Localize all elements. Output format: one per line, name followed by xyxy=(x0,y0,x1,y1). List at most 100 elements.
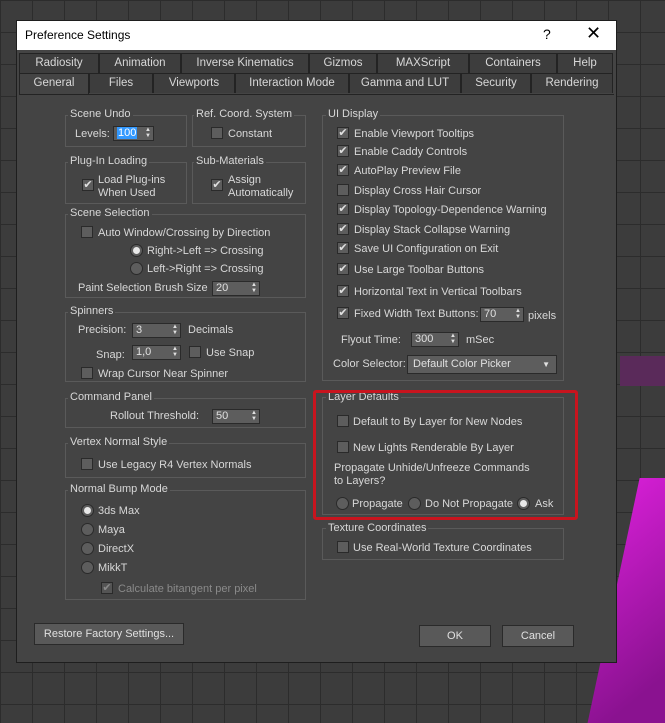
tab-security[interactable]: Security xyxy=(461,73,531,93)
cross-hair-checkbox[interactable] xyxy=(337,184,349,196)
vertex-normal-title: Vertex Normal Style xyxy=(68,436,170,448)
precision-spinner[interactable]: 3 ▲ ▼ xyxy=(132,323,181,338)
tab-interaction-mode[interactable]: Interaction Mode xyxy=(235,73,349,93)
tab-files[interactable]: Files xyxy=(89,73,153,93)
tab-divider xyxy=(19,94,614,95)
legacy-normals-label: Use Legacy R4 Vertex Normals xyxy=(98,459,252,471)
topology-warning-label: Display Topology-Dependence Warning xyxy=(354,204,547,216)
cancel-button[interactable]: Cancel xyxy=(502,625,574,647)
tab-maxscript[interactable]: MAXScript xyxy=(377,53,469,73)
assign-label: Assign xyxy=(228,174,262,186)
tab-inverse-kinematics[interactable]: Inverse Kinematics xyxy=(181,53,309,73)
save-ui-config-label: Save UI Configuration on Exit xyxy=(354,243,499,255)
texture-coords-title: Texture Coordinates xyxy=(326,522,429,534)
horizontal-text-label: Horizontal Text in Vertical Toolbars xyxy=(354,286,522,298)
tab-rendering[interactable]: Rendering xyxy=(531,73,613,93)
auto-window-label: Auto Window/Crossing by Direction xyxy=(98,227,271,239)
topology-warning-checkbox[interactable]: ✔ xyxy=(337,203,349,215)
ok-button[interactable]: OK xyxy=(419,625,491,647)
snap-spinner[interactable]: 1,0 ▲ ▼ xyxy=(132,345,181,360)
stack-collapse-label: Display Stack Collapse Warning xyxy=(354,224,511,236)
paint-brush-spinner[interactable]: 20 ▲ ▼ xyxy=(212,281,260,296)
caddy-controls-label: Enable Caddy Controls xyxy=(354,146,468,158)
flyout-time-spinner[interactable]: 300 ▲ ▼ xyxy=(411,332,459,347)
use-snap-checkbox[interactable] xyxy=(189,346,201,358)
spinners-title: Spinners xyxy=(68,305,116,317)
bump-maya-label: Maya xyxy=(98,524,125,536)
spinner-arrows-icon[interactable]: ▲ ▼ xyxy=(449,333,457,346)
constant-checkbox[interactable] xyxy=(211,127,223,139)
levels-spinner[interactable]: 100 ▲ ▼ xyxy=(113,126,154,141)
bump-mikkt-radio[interactable] xyxy=(81,561,94,574)
tab-animation[interactable]: Animation xyxy=(99,53,181,73)
tab-containers[interactable]: Containers xyxy=(469,53,557,73)
spinner-arrows-icon[interactable]: ▲ ▼ xyxy=(250,410,258,423)
fixed-width-value[interactable]: 70 xyxy=(484,308,496,320)
load-plugins-checkbox[interactable]: ✔ xyxy=(82,179,94,191)
spinner-arrows-icon[interactable]: ▲ ▼ xyxy=(250,282,258,295)
ref-coord-title: Ref. Coord. System xyxy=(194,108,294,120)
tab-help[interactable]: Help xyxy=(557,53,613,73)
caddy-controls-checkbox[interactable]: ✔ xyxy=(337,145,349,157)
ltr-crossing-radio[interactable] xyxy=(130,262,143,275)
bitangent-label: Calculate bitangent per pixel xyxy=(118,583,257,595)
bitangent-checkbox[interactable]: ✔ xyxy=(101,582,113,594)
rollout-threshold-spinner[interactable]: 50 ▲ ▼ xyxy=(212,409,260,424)
viewport-tooltips-checkbox[interactable]: ✔ xyxy=(337,127,349,139)
restore-factory-button[interactable]: Restore Factory Settings... xyxy=(34,623,184,645)
auto-window-checkbox[interactable] xyxy=(81,226,93,238)
close-icon[interactable]: ✕ xyxy=(586,23,601,44)
tab-gizmos[interactable]: Gizmos xyxy=(309,53,377,73)
assign-automatically-checkbox[interactable]: ✔ xyxy=(211,179,223,191)
tab-radiosity[interactable]: Radiosity xyxy=(19,53,99,73)
precision-value[interactable]: 3 xyxy=(136,324,142,336)
flyout-time-label: Flyout Time: xyxy=(341,334,401,346)
spinner-arrows-icon[interactable]: ▲ ▼ xyxy=(171,346,179,359)
fixed-width-checkbox[interactable]: ✔ xyxy=(337,307,349,319)
bump-directx-label: DirectX xyxy=(98,543,135,555)
use-snap-label: Use Snap xyxy=(206,347,255,359)
color-selector-dropdown[interactable]: Default Color Picker ▼ xyxy=(407,355,557,374)
cross-hair-label: Display Cross Hair Cursor xyxy=(354,185,482,197)
fixed-width-spinner[interactable]: 70 ▲ ▼ xyxy=(480,307,524,322)
legacy-normals-checkbox[interactable] xyxy=(81,458,93,470)
spinner-arrows-icon[interactable]: ▲ ▼ xyxy=(144,127,152,140)
flyout-time-value[interactable]: 300 xyxy=(415,333,433,345)
spinner-arrows-icon[interactable]: ▲ ▼ xyxy=(514,308,522,321)
precision-label: Precision: xyxy=(78,324,127,336)
fixed-width-label: Fixed Width Text Buttons: xyxy=(354,308,479,320)
wrap-cursor-label: Wrap Cursor Near Spinner xyxy=(98,368,229,380)
autoplay-preview-checkbox[interactable]: ✔ xyxy=(337,164,349,176)
snap-value[interactable]: 1,0 xyxy=(136,346,151,358)
bump-directx-radio[interactable] xyxy=(81,542,94,555)
tab-gamma-and-lut[interactable]: Gamma and LUT xyxy=(349,73,461,93)
rollout-threshold-value[interactable]: 50 xyxy=(216,410,228,422)
bump-3dsmax-label: 3ds Max xyxy=(98,505,140,517)
rtl-crossing-radio[interactable] xyxy=(130,244,143,257)
levels-label: Levels: xyxy=(75,128,110,140)
large-toolbar-checkbox[interactable]: ✔ xyxy=(337,263,349,275)
large-toolbar-label: Use Large Toolbar Buttons xyxy=(354,264,485,276)
help-button[interactable]: ? xyxy=(543,26,551,42)
save-ui-config-checkbox[interactable]: ✔ xyxy=(337,242,349,254)
wrap-cursor-checkbox[interactable] xyxy=(81,367,93,379)
msec-label: mSec xyxy=(466,334,495,346)
autoplay-preview-label: AutoPlay Preview File xyxy=(354,165,461,177)
tab-viewports[interactable]: Viewports xyxy=(153,73,235,93)
stack-collapse-checkbox[interactable]: ✔ xyxy=(337,223,349,235)
levels-value[interactable]: 100 xyxy=(117,127,138,139)
decimals-label: Decimals xyxy=(188,324,234,336)
ltr-crossing-label: Left->Right => Crossing xyxy=(147,263,264,275)
assign-label-2: Automatically xyxy=(228,187,294,199)
snap-label: Snap: xyxy=(96,349,125,361)
bump-maya-radio[interactable] xyxy=(81,523,94,536)
paint-brush-value[interactable]: 20 xyxy=(216,282,228,294)
horizontal-text-checkbox[interactable]: ✔ xyxy=(337,285,349,297)
real-world-checkbox[interactable] xyxy=(337,541,349,553)
bump-mikkt-label: MikkT xyxy=(98,562,128,574)
load-plugins-label: Load Plug-ins xyxy=(98,174,166,186)
rollout-threshold-label: Rollout Threshold: xyxy=(110,410,200,422)
bump-3dsmax-radio[interactable] xyxy=(81,504,94,517)
spinner-arrows-icon[interactable]: ▲ ▼ xyxy=(171,324,179,337)
tab-general[interactable]: General xyxy=(19,73,89,95)
